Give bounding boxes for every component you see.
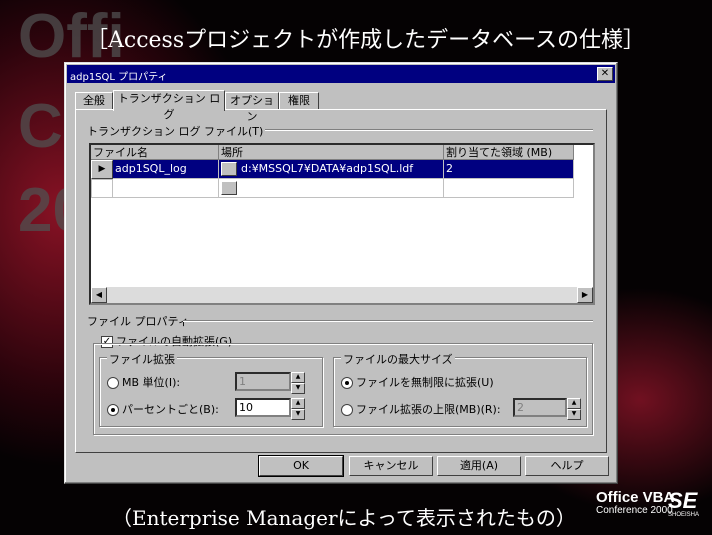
dialog-titlebar: adp1SQL プロパティ ✕: [67, 65, 615, 83]
limit-spinner[interactable]: 2 ▲ ▼: [513, 398, 581, 420]
scroll-right-icon[interactable]: ▶: [577, 287, 593, 303]
spinner-buttons[interactable]: ▲ ▼: [567, 398, 581, 420]
properties-dialog: adp1SQL プロパティ ✕ 全般 トランザクション ログ オプション 権限 …: [64, 62, 618, 484]
radio-icon[interactable]: [341, 377, 353, 389]
tab-transaction-log[interactable]: トランザクション ログ: [113, 90, 225, 121]
column-header-name[interactable]: ファイル名: [91, 145, 219, 160]
row-selector-icon[interactable]: ▶: [91, 160, 113, 179]
cell-file-name[interactable]: adp1SQL_log: [113, 160, 219, 179]
percent-radio[interactable]: パーセントごと(B):: [107, 401, 219, 417]
log-files-label: トランザクション ログ ファイル(T): [87, 125, 264, 138]
cell-location[interactable]: [219, 179, 444, 198]
column-header-size[interactable]: 割り当てた領域 (MB): [444, 145, 574, 160]
cell-size[interactable]: [444, 179, 574, 198]
tab-options[interactable]: オプション: [225, 92, 279, 123]
cell-file-name[interactable]: [113, 179, 219, 198]
radio-icon[interactable]: [107, 404, 119, 416]
ok-button[interactable]: OK: [258, 455, 344, 477]
spinner-buttons[interactable]: ▲ ▼: [291, 398, 305, 420]
horizontal-scrollbar[interactable]: ◀ ▶: [91, 287, 593, 303]
file-properties-label: ファイル プロパティ: [87, 315, 189, 328]
table-row[interactable]: [91, 179, 593, 198]
radio-icon[interactable]: [107, 377, 119, 389]
slide-caption: （Enterprise Managerによって表示されたもの）: [112, 506, 576, 530]
scroll-left-icon[interactable]: ◀: [91, 287, 107, 303]
growth-group-label: ファイル拡張: [107, 351, 177, 367]
close-icon[interactable]: ✕: [597, 67, 613, 81]
row-selector[interactable]: [91, 179, 113, 198]
radio-icon[interactable]: [341, 404, 353, 416]
tab-general[interactable]: 全般: [75, 92, 113, 109]
cancel-button[interactable]: キャンセル: [349, 456, 433, 476]
column-header-location[interactable]: 場所: [219, 145, 444, 160]
spinner-buttons[interactable]: ▲ ▼: [291, 372, 305, 394]
slide-title: ［Accessプロジェクトが作成したデータベースの仕様］: [86, 28, 646, 53]
publisher-name: SHOEISHA: [668, 512, 700, 518]
logo-line2: Conference 2000: [596, 505, 673, 516]
table-row[interactable]: ▶ adp1SQL_log d:¥MSSQL7¥DATA¥adp1SQL.ldf…: [91, 160, 593, 179]
cell-size[interactable]: 2: [444, 160, 574, 179]
divider: [265, 129, 593, 131]
maxsize-group-label: ファイルの最大サイズ: [341, 351, 455, 367]
dialog-title: adp1SQL プロパティ: [70, 72, 168, 83]
percent-spinner[interactable]: 10 ▲ ▼: [235, 398, 305, 420]
limit-radio[interactable]: ファイル拡張の上限(MB)(R):: [341, 401, 501, 417]
publisher-logo: SE: [668, 488, 698, 513]
mb-radio[interactable]: MB 単位(I):: [107, 374, 180, 390]
mb-spinner[interactable]: 1 ▲ ▼: [235, 372, 305, 394]
browse-icon[interactable]: [221, 181, 237, 195]
divider: [183, 320, 593, 322]
log-files-grid[interactable]: ファイル名 場所 割り当てた領域 (MB) ▶ adp1SQL_log d:¥M…: [89, 143, 595, 305]
apply-button[interactable]: 適用(A): [437, 456, 521, 476]
browse-icon[interactable]: [221, 162, 237, 176]
unlimited-radio[interactable]: ファイルを無制限に拡張(U): [341, 374, 494, 390]
background-letters-2: C: [18, 92, 63, 161]
cell-location[interactable]: d:¥MSSQL7¥DATA¥adp1SQL.ldf: [219, 160, 444, 179]
help-button[interactable]: ヘルプ: [525, 456, 609, 476]
logo-line1: Office VBA: [596, 489, 675, 506]
conference-logo: Office VBA Conference 2000 SE SHOEISHA: [596, 489, 699, 519]
tab-permissions[interactable]: 権限: [279, 92, 319, 109]
